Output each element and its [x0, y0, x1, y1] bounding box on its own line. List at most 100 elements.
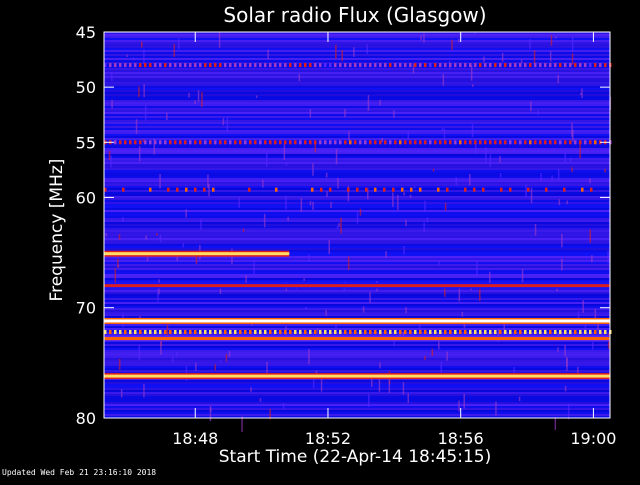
noise-row: [104, 178, 610, 180]
noise-speckle: [461, 311, 464, 317]
band-dash: [434, 330, 437, 334]
noise-speckle: [222, 118, 225, 126]
emission-band: [104, 373, 610, 380]
noise-speckle: [144, 105, 147, 121]
noise-row: [104, 92, 610, 94]
noise-speckle: [607, 250, 609, 264]
band-dash: [563, 187, 566, 192]
band-dash: [204, 140, 207, 145]
noise-row: [104, 312, 610, 314]
band-dash: [184, 63, 187, 68]
band-dash: [419, 330, 422, 334]
noise-speckle: [138, 345, 141, 361]
noise-row: [104, 152, 610, 154]
noise-row: [104, 94, 610, 96]
noise-speckle: [550, 34, 553, 46]
band-dash: [499, 140, 502, 145]
noise-speckle: [117, 265, 120, 268]
band-dash: [374, 330, 377, 334]
band-dash: [439, 140, 442, 145]
band-dash: [581, 187, 584, 192]
noise-speckle: [166, 112, 168, 121]
noise-speckle: [533, 50, 536, 64]
band-dash: [314, 63, 317, 68]
noise-speckle: [330, 201, 332, 209]
noise-row: [104, 76, 610, 78]
band-dash: [344, 63, 347, 68]
noise-speckle: [379, 362, 381, 369]
noise-row: [104, 164, 610, 166]
band-dash: [379, 140, 382, 145]
noise-row: [104, 120, 610, 122]
band-dash: [514, 330, 517, 334]
band-dash: [124, 63, 127, 68]
noise-row: [104, 78, 610, 80]
noise-row: [104, 266, 610, 268]
band-dash: [134, 330, 137, 334]
noise-row: [104, 150, 610, 152]
noise-row: [104, 74, 610, 76]
band-dash: [274, 140, 277, 145]
band-dash: [284, 330, 287, 334]
band-dash: [514, 63, 517, 68]
band-core: [104, 284, 610, 288]
noise-row: [104, 226, 610, 228]
band-dash: [524, 63, 527, 68]
band-dash: [319, 140, 322, 145]
noise-speckle: [309, 109, 312, 118]
band-dash: [589, 63, 592, 68]
band-dash: [394, 140, 397, 145]
noise-row: [104, 192, 610, 194]
update-timestamp: Updated Wed Feb 21 23:16:10 2018: [2, 468, 157, 477]
noise-row: [104, 348, 610, 350]
band-dash: [589, 140, 592, 145]
noise-row: [104, 238, 610, 240]
noise-speckle: [561, 258, 563, 271]
band-dash: [539, 63, 542, 68]
band-dash: [234, 140, 237, 145]
noise-speckle: [549, 51, 552, 62]
noise-speckle: [495, 401, 497, 416]
noise-speckle: [423, 33, 425, 43]
band-dash: [359, 140, 362, 145]
noise-speckle: [566, 358, 568, 367]
noise-row: [104, 204, 610, 206]
noise-row: [104, 208, 610, 210]
noise-speckle: [557, 347, 559, 352]
noise-speckle: [197, 90, 200, 102]
band-dash: [554, 63, 557, 68]
band-dash: [459, 63, 462, 68]
noise-speckle: [218, 32, 221, 48]
band-dash: [154, 63, 157, 68]
noise-speckle: [499, 173, 502, 178]
noise-speckle: [178, 38, 180, 50]
band-dash: [437, 187, 440, 192]
noise-row: [104, 342, 610, 344]
band-dash: [509, 187, 512, 192]
noise-speckle: [228, 351, 231, 358]
band-dash: [239, 330, 242, 334]
noise-speckle: [108, 151, 111, 160]
noise-row: [104, 46, 610, 48]
band-dash: [294, 140, 297, 145]
noise-speckle: [118, 359, 121, 370]
band-dash: [169, 140, 172, 145]
noise-speckle: [111, 72, 113, 81]
noise-row: [104, 362, 610, 364]
noise-speckle: [402, 382, 405, 395]
noise-speckle: [472, 84, 474, 87]
band-dash: [219, 63, 222, 68]
band-dash: [169, 63, 172, 68]
band-dash: [559, 330, 562, 334]
band-dash: [244, 140, 247, 145]
band-dash: [364, 63, 367, 68]
band-dash: [549, 140, 552, 145]
noise-speckle: [308, 254, 310, 262]
noise-speckle: [580, 92, 582, 95]
noise-speckle: [110, 155, 112, 168]
band-dash: [224, 330, 227, 334]
noise-row: [104, 326, 610, 328]
noise-speckle: [423, 222, 425, 233]
noise-speckle: [337, 177, 339, 189]
noise-row: [104, 388, 610, 390]
